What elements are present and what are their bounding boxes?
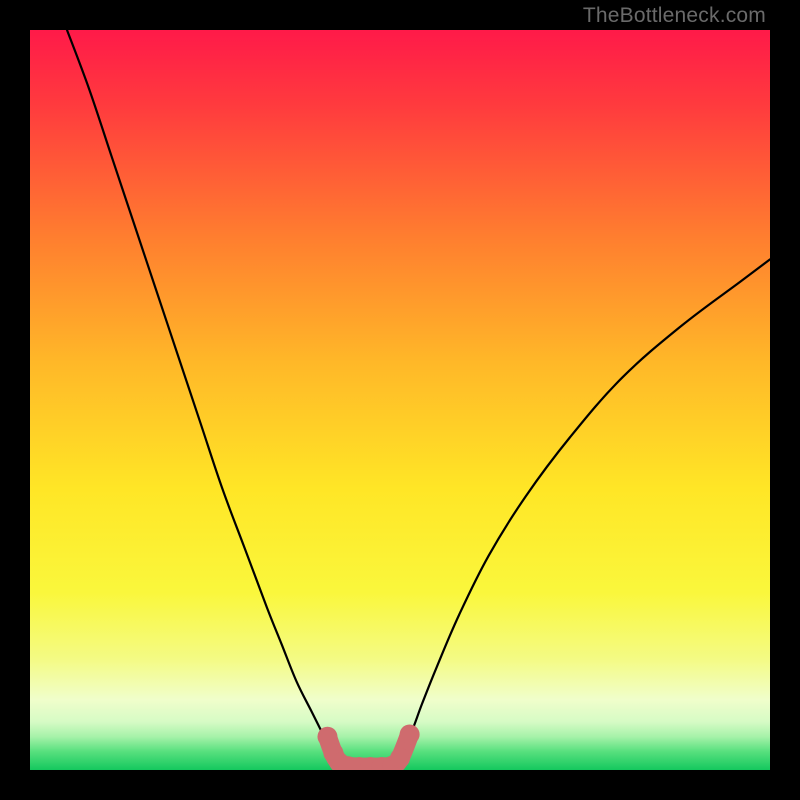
frame-right (770, 0, 800, 800)
series-right-curve (393, 259, 770, 766)
plot-area (30, 30, 770, 770)
watermark-text: TheBottleneck.com (583, 4, 766, 28)
chart-canvas (30, 30, 770, 770)
marker-group (317, 724, 419, 770)
curve-group (67, 30, 770, 768)
series-left-curve (67, 30, 341, 766)
frame-bottom (0, 770, 800, 800)
frame-left (0, 0, 30, 800)
marker-dot (400, 724, 420, 744)
marker-dot (390, 748, 410, 768)
